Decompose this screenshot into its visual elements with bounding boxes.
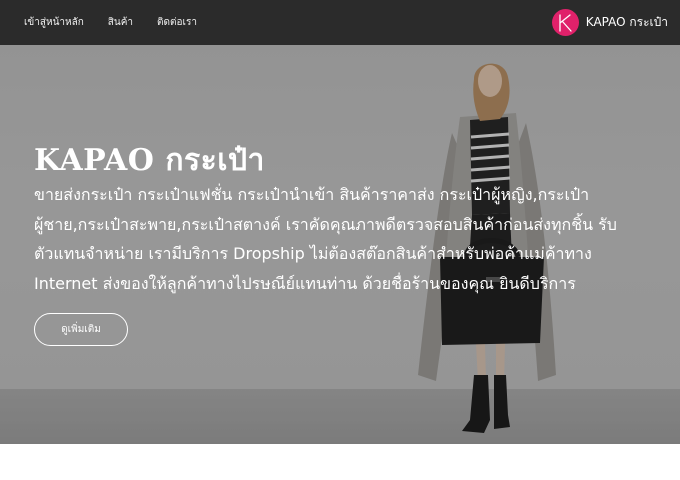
hero-description: ขายส่งกระเป๋า กระเป๋าแฟชั่น กระเป๋านำเข้…	[34, 185, 617, 293]
brand-name: KAPAO กระเป๋า	[585, 15, 668, 29]
read-more-button[interactable]: ดูเพิ่มเติม	[34, 313, 128, 346]
nav-link-home[interactable]: เข้าสู่หน้าหลัก	[24, 15, 84, 30]
nav-link-contact[interactable]: ติดต่อเรา	[157, 15, 197, 30]
hero-title: KAPAO กระเป๋า	[34, 143, 265, 178]
nav-link-products[interactable]: สินค้า	[108, 15, 133, 30]
hero-banner: KAPAO กระเป๋า ขายส่งกระเป๋า กระเป๋าแฟชั่…	[0, 45, 680, 444]
kapao-logo-icon	[551, 9, 579, 36]
top-navbar: เข้าสู่หน้าหลัก สินค้า ติดต่อเรา KAPAO ก…	[0, 0, 680, 45]
nav-links: เข้าสู่หน้าหลัก สินค้า ติดต่อเรา	[24, 15, 197, 30]
brand-link[interactable]: KAPAO กระเป๋า	[551, 9, 668, 36]
kapao-k-glyph-icon	[559, 13, 572, 32]
